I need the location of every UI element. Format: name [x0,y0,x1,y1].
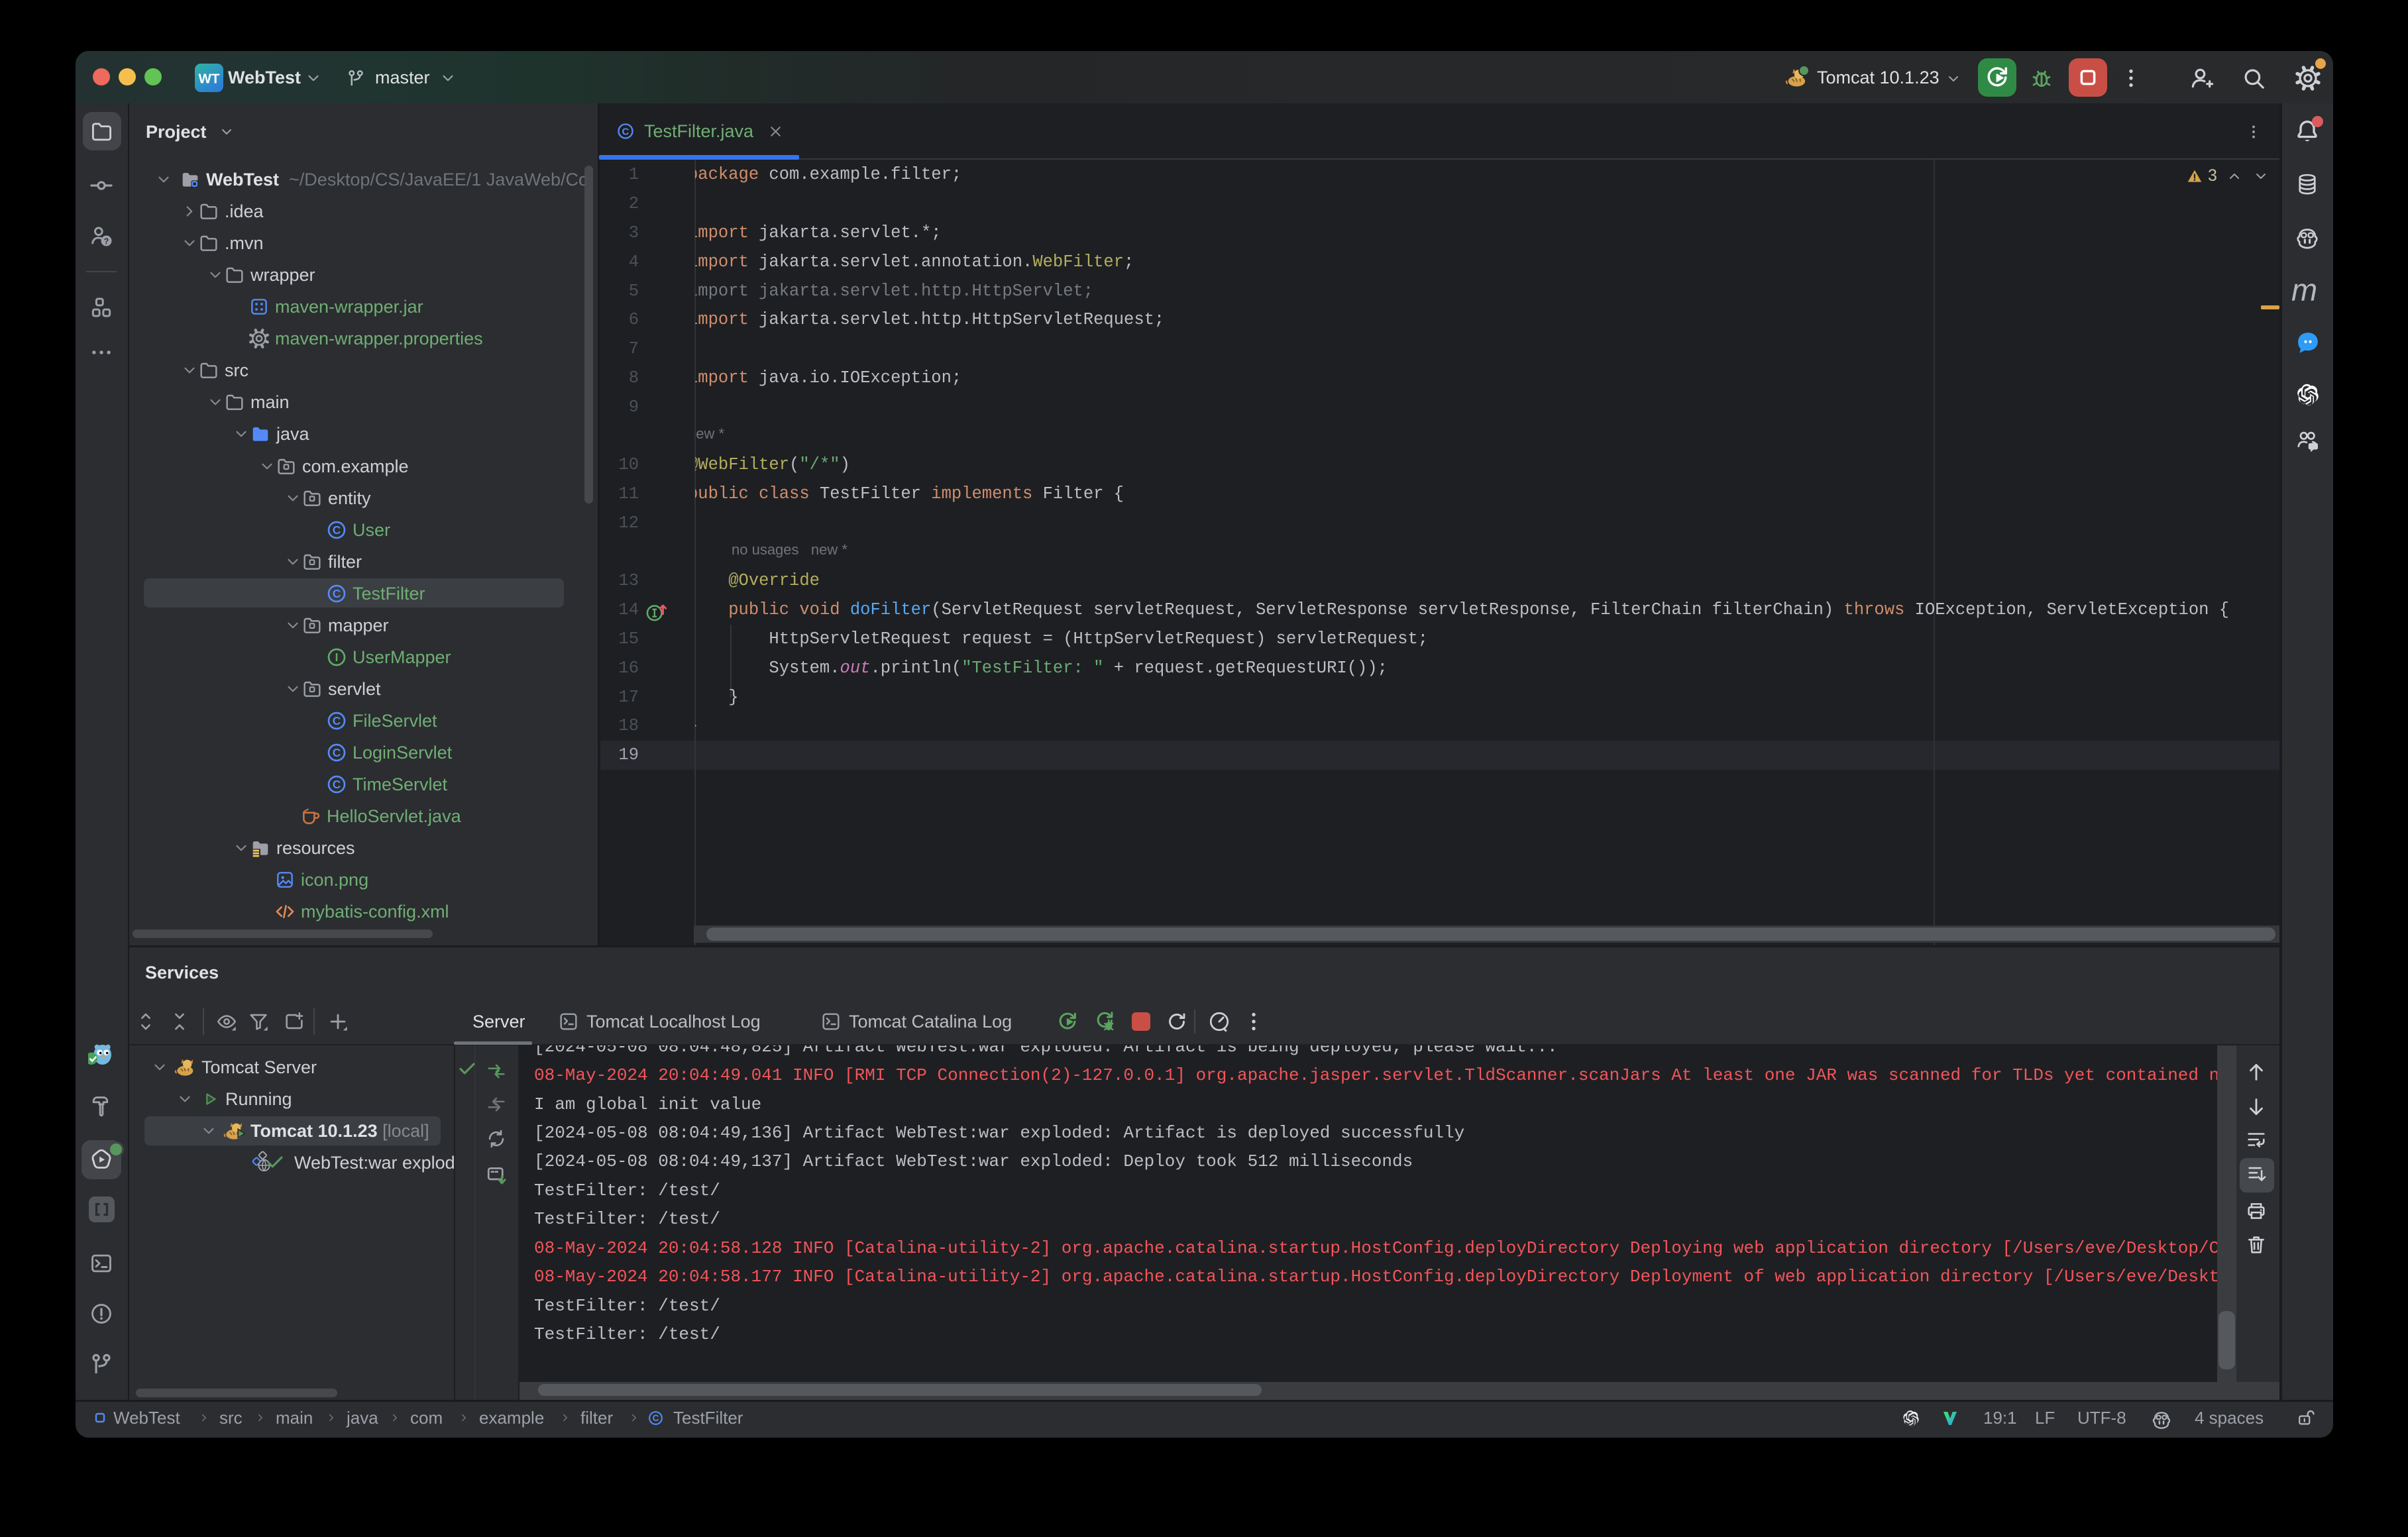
svg-text:C: C [333,746,341,759]
svg-text:C: C [333,778,341,791]
svg-text:C: C [622,126,629,137]
svg-text:I: I [335,651,339,664]
svg-text:C: C [333,714,341,727]
svg-text:?: ? [104,237,109,246]
svg-text:C: C [333,587,341,600]
svg-text:C: C [333,523,341,537]
svg-text:WT: WT [198,72,219,87]
svg-text:C: C [653,1413,659,1423]
